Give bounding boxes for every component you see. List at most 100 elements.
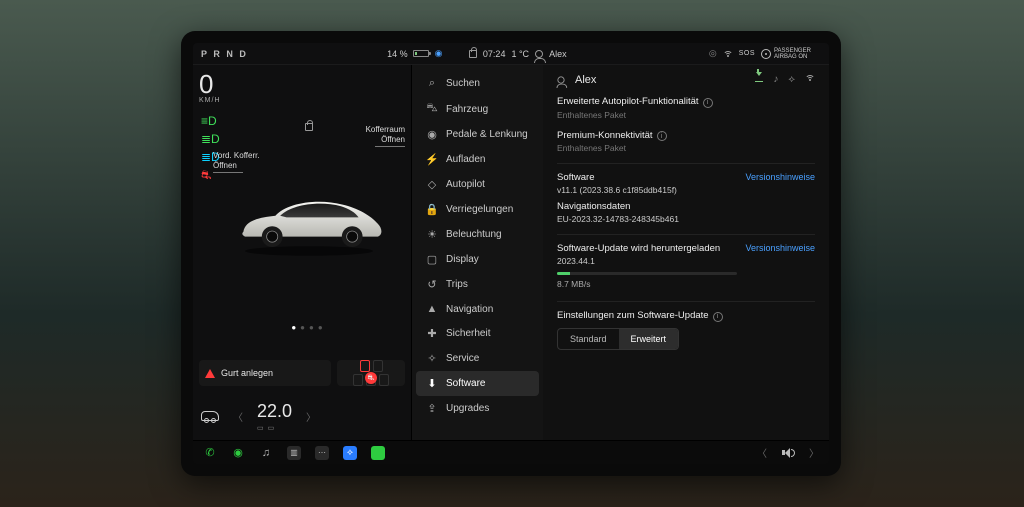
settings-menu: ⌕Suchen ⛍Fahrzeug ◉Pedale & Lenkung ⚡Auf… xyxy=(411,65,543,440)
lock-icon: 🔒 xyxy=(426,203,438,216)
bluetooth-icon[interactable]: ⟡ xyxy=(788,74,795,85)
menu-item-upgrades[interactable]: ⇪Upgrades xyxy=(416,396,539,421)
menu-item-charging[interactable]: ⚡Aufladen xyxy=(416,147,539,172)
gear-indicator: P R N D xyxy=(201,49,248,59)
airbag-status: PASSENGER AIRBAG ON xyxy=(761,48,820,60)
speed-unit: KM/H xyxy=(199,97,221,104)
download-speed: 8.7 MB/s xyxy=(557,279,737,289)
menu-item-software[interactable]: ⬇Software xyxy=(416,371,539,396)
car-icon[interactable] xyxy=(201,411,219,421)
touchscreen: P R N D 14 % ◉ 07:24 1 °C Alex ◎ SOS PAS… xyxy=(181,31,841,476)
software-label: Software xyxy=(557,172,677,183)
airbag-icon xyxy=(761,49,771,59)
light-icon: ☀ xyxy=(426,228,438,241)
panel-header: Alex ♪ ⟡ xyxy=(557,73,815,86)
seatbelt-warning[interactable]: Gurt anlegen xyxy=(199,360,331,386)
display-icon: ▢ xyxy=(426,253,438,266)
clock: 07:24 xyxy=(483,49,506,59)
update-mode-segment: Standard Erweitert xyxy=(557,328,679,350)
menu-item-pedals[interactable]: ◉Pedale & Lenkung xyxy=(416,122,539,147)
info-icon[interactable]: i xyxy=(713,312,723,322)
trunk-open-button[interactable]: KofferraumÖffnen xyxy=(366,125,405,149)
seat-alert-icon: ⛐ xyxy=(365,372,377,384)
battery-status[interactable]: 14 % xyxy=(387,49,429,59)
autopilot-icon: ◇ xyxy=(426,178,438,191)
wifi-icon[interactable] xyxy=(805,73,815,86)
release-notes-link-2[interactable]: Versionshinweise xyxy=(745,243,815,253)
release-notes-link[interactable]: Versionshinweise xyxy=(745,172,815,182)
climate-temp[interactable]: 22.0 ▭▭ xyxy=(257,401,292,432)
menu-item-lights[interactable]: ☀Beleuchtung xyxy=(416,222,539,247)
status-bar: P R N D 14 % ◉ 07:24 1 °C Alex ◎ SOS PAS… xyxy=(193,43,829,65)
profile-name-label: Alex xyxy=(575,74,596,86)
defrost-icon: ▭ xyxy=(268,424,275,432)
temp-up-button[interactable]: 〉 xyxy=(306,409,316,424)
all-apps-icon[interactable]: ⋯ xyxy=(315,446,329,460)
seg-standard-button[interactable]: Standard xyxy=(558,329,619,349)
menu-item-navigation[interactable]: ▲Navigation xyxy=(416,297,539,321)
menu-item-trips[interactable]: ↺Trips xyxy=(416,272,539,297)
update-settings: Einstellungen zum Software-Updatei Stand… xyxy=(557,310,815,350)
tire-icon[interactable]: ◎ xyxy=(709,48,717,59)
toybox-icon[interactable] xyxy=(371,446,385,460)
menu-item-service[interactable]: ✧Service xyxy=(416,346,539,371)
lock-icon[interactable] xyxy=(469,50,477,58)
software-version-row: Software v11.1 (2023.38.6 c1f85ddb415f) … xyxy=(557,172,815,201)
search-icon: ⌕ xyxy=(426,77,438,90)
menu-item-safety[interactable]: ✚Sicherheit xyxy=(416,321,539,346)
bell-icon[interactable]: ♪ xyxy=(773,74,778,85)
download-progress xyxy=(557,272,737,275)
page-dots[interactable]: ●●●● xyxy=(291,323,326,332)
menu-item-search[interactable]: ⌕Suchen xyxy=(416,71,539,96)
speedometer: 0 KM/H xyxy=(199,71,221,104)
service-icon: ✧ xyxy=(426,352,438,365)
download-icon: ⬇ xyxy=(426,377,438,390)
info-icon[interactable]: i xyxy=(657,131,667,141)
warning-text: Gurt anlegen xyxy=(221,368,273,378)
menu-item-display[interactable]: ▢Display xyxy=(416,247,539,272)
car-lock-icon[interactable] xyxy=(305,123,313,131)
wifi-icon[interactable] xyxy=(723,49,733,59)
temp-down-button[interactable]: 〈 xyxy=(233,409,243,424)
speed-value: 0 xyxy=(199,71,221,97)
seg-advanced-button[interactable]: Erweitert xyxy=(619,329,679,349)
volume-icon[interactable] xyxy=(781,446,795,460)
outside-temp: 1 °C xyxy=(511,49,529,59)
package-autopilot: Erweiterte Autopilot-Funktionalitäti Ent… xyxy=(557,96,815,120)
nav-version: EU-2023.32-14783-248345b461 xyxy=(557,214,815,224)
safety-icon: ✚ xyxy=(426,327,438,340)
spotify-icon[interactable]: ◉ xyxy=(231,446,245,460)
main-area: 0 KM/H ≡D ≣D ≣D ⛐ Vord. Kofferr.Öffnen xyxy=(193,65,829,440)
seat-heat-icon: ▭ xyxy=(257,424,264,432)
software-version: v11.1 (2023.38.6 c1f85ddb415f) xyxy=(557,185,677,195)
menu-item-vehicle[interactable]: ⛍Fahrzeug xyxy=(416,96,539,122)
frunk-open-button[interactable]: Vord. Kofferr.Öffnen xyxy=(213,151,260,175)
sentry-icon[interactable]: ◉ xyxy=(435,48,443,59)
vol-down-button[interactable]: 〈 xyxy=(757,445,767,460)
car-icon: ⛍ xyxy=(426,102,438,116)
app-dock: ✆ ◉ ♫ ▥ ⋯ ⟡ 〈 〉 xyxy=(193,440,829,464)
menu-item-locks[interactable]: 🔒Verriegelungen xyxy=(416,197,539,222)
screen: P R N D 14 % ◉ 07:24 1 °C Alex ◎ SOS PAS… xyxy=(193,43,829,464)
climate-row: 〈 22.0 ▭▭ 〉 xyxy=(193,392,411,440)
car-visualization-pane: 0 KM/H ≡D ≣D ≣D ⛐ Vord. Kofferr.Öffnen xyxy=(193,65,411,440)
profile-name[interactable]: Alex xyxy=(549,49,567,59)
warning-row: Gurt anlegen ⛐ xyxy=(199,360,405,386)
sos-button[interactable]: SOS xyxy=(739,50,755,57)
car-model-area[interactable]: Vord. Kofferr.Öffnen KofferraumÖffnen xyxy=(213,123,405,328)
calendar-icon[interactable]: ▥ xyxy=(287,446,301,460)
menu-item-autopilot[interactable]: ◇Autopilot xyxy=(416,172,539,197)
bluetooth-app-icon[interactable]: ⟡ xyxy=(343,446,357,460)
vol-up-button[interactable]: 〉 xyxy=(809,445,819,460)
info-icon[interactable]: i xyxy=(703,98,713,108)
steering-icon: ◉ xyxy=(426,128,438,141)
radio-icon[interactable]: ♫ xyxy=(259,446,273,460)
upgrade-icon: ⇪ xyxy=(426,402,438,415)
package-connectivity: Premium-Konnektivitäti Enthaltenes Paket xyxy=(557,130,815,154)
car-render xyxy=(229,179,389,264)
battery-icon xyxy=(413,50,429,57)
seat-map[interactable]: ⛐ xyxy=(337,360,405,386)
download-icon[interactable] xyxy=(755,74,763,85)
person-icon[interactable] xyxy=(535,50,543,58)
phone-icon[interactable]: ✆ xyxy=(203,446,217,460)
